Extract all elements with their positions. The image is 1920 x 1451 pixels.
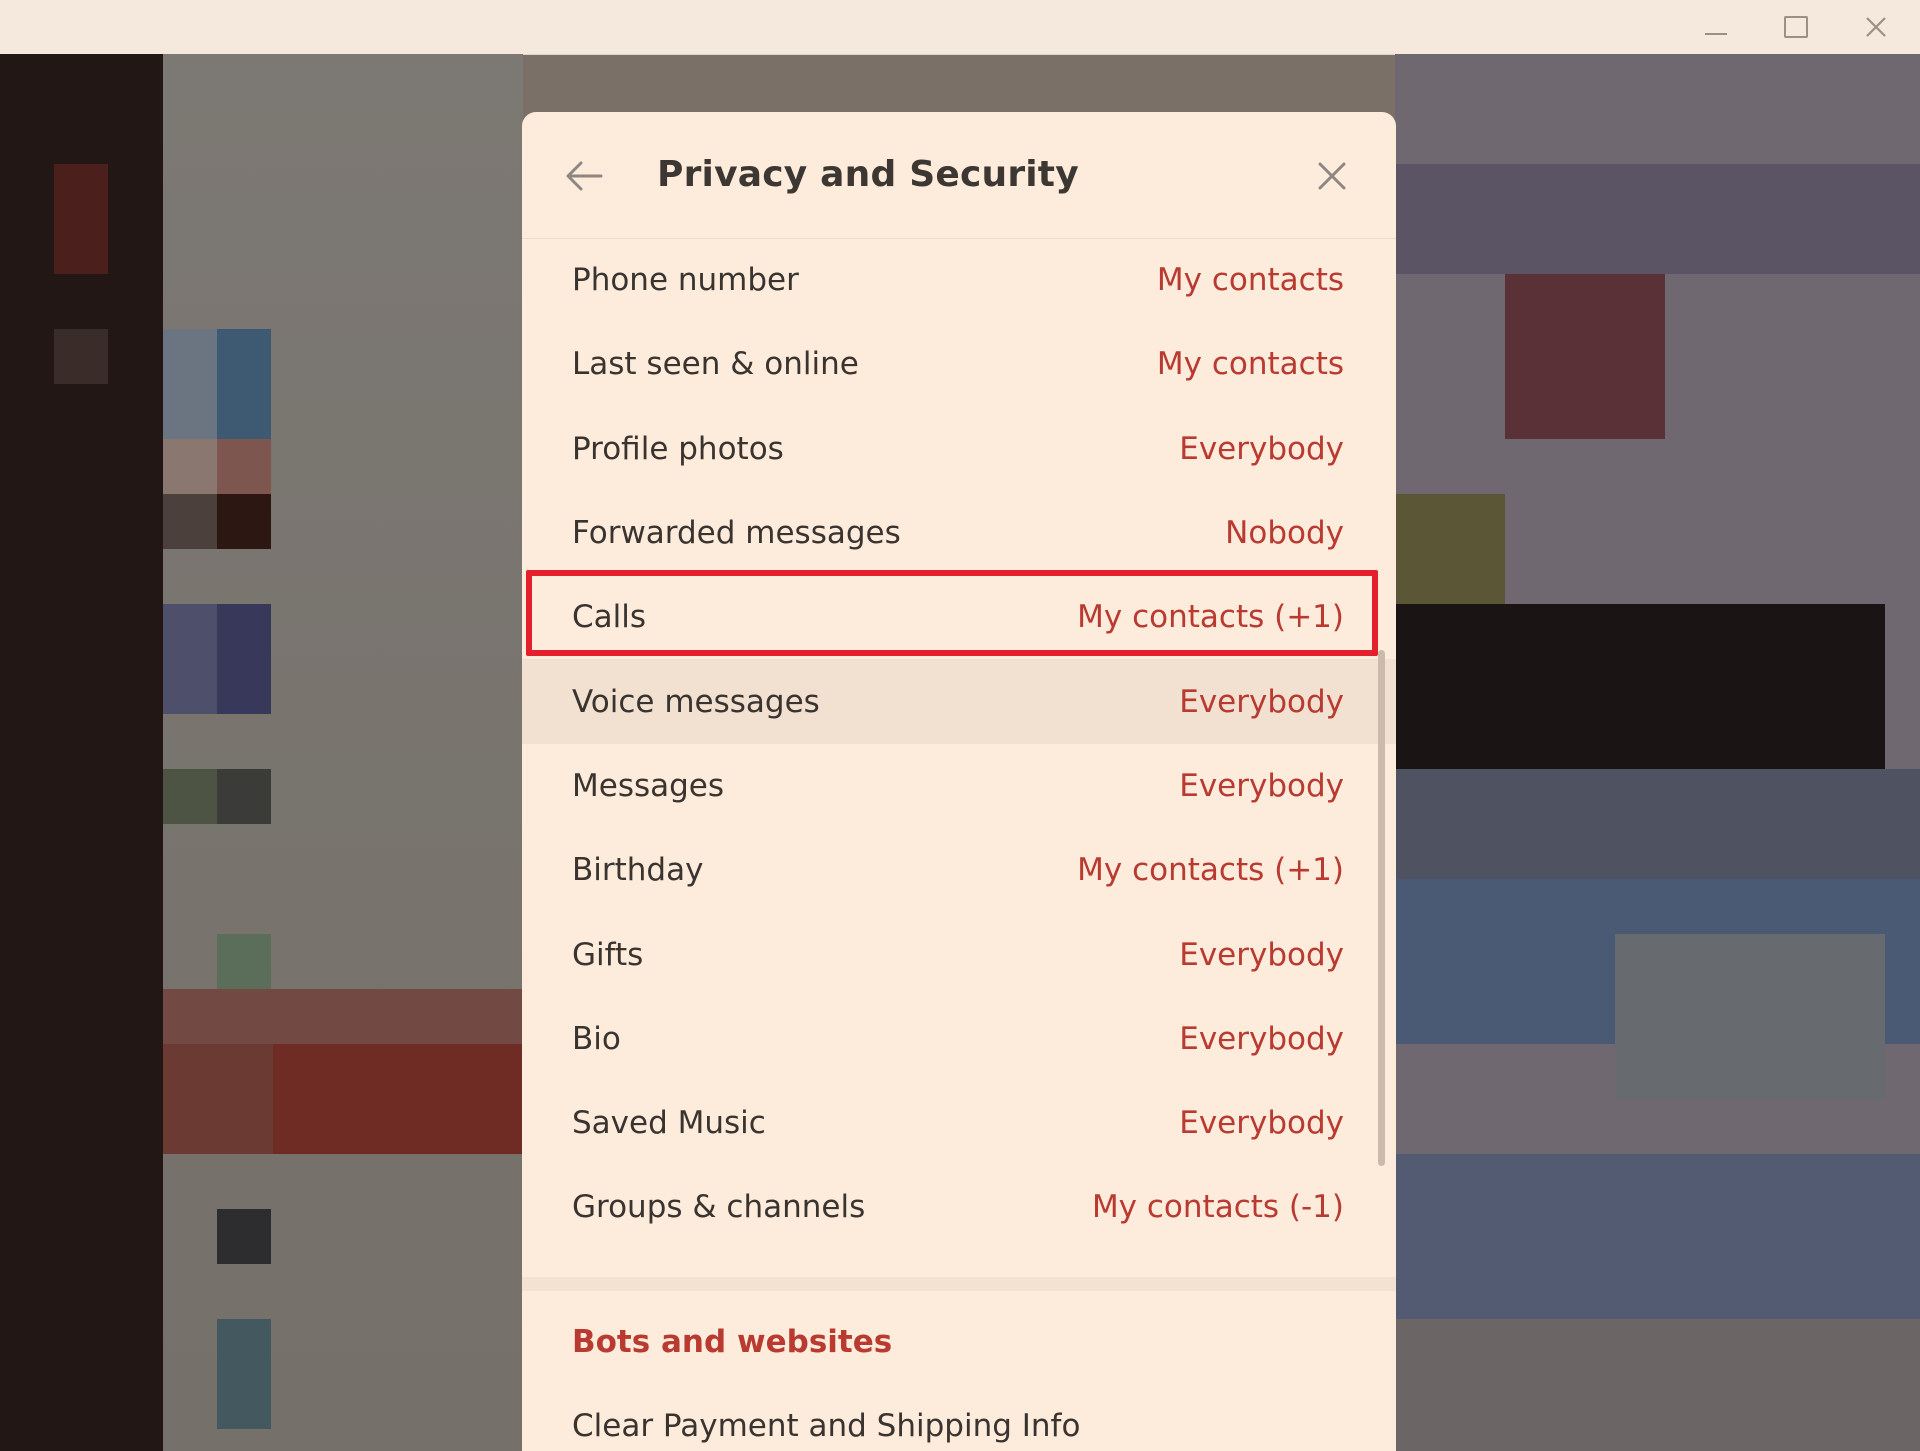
dialog-title: Privacy and Security: [657, 154, 1079, 195]
dialog-header: Privacy and Security: [522, 112, 1396, 239]
setting-value: My contacts (+1): [1077, 852, 1344, 889]
setting-label: Calls: [572, 599, 647, 636]
window-title-bar: [0, 0, 1920, 55]
setting-row-last-seen[interactable]: Last seen & online My contacts: [522, 322, 1396, 406]
minimize-icon: [1705, 33, 1727, 35]
setting-label: Voice messages: [572, 683, 820, 720]
maximize-button[interactable]: [1756, 0, 1836, 54]
setting-label: Messages: [572, 767, 725, 804]
privacy-security-dialog: Privacy and Security Phone number My con…: [522, 112, 1396, 1451]
minimize-button[interactable]: [1676, 0, 1756, 54]
setting-row-saved-music[interactable]: Saved Music Everybody: [522, 1081, 1396, 1165]
setting-value: Everybody: [1179, 430, 1344, 467]
setting-label: Birthday: [572, 852, 704, 889]
back-arrow-icon: [566, 161, 603, 191]
setting-row-bio[interactable]: Bio Everybody: [522, 997, 1396, 1081]
setting-label: Bio: [572, 1020, 621, 1057]
setting-value: My contacts: [1156, 262, 1344, 299]
setting-value: Everybody: [1179, 1105, 1344, 1142]
setting-row-phone-number[interactable]: Phone number My contacts: [522, 238, 1396, 322]
setting-value: Everybody: [1179, 936, 1344, 973]
section-divider: [522, 1277, 1396, 1291]
setting-value: Everybody: [1179, 683, 1344, 720]
clear-payment-info-button[interactable]: Clear Payment and Shipping Info: [572, 1408, 1080, 1444]
setting-value: My contacts: [1156, 346, 1344, 383]
section-title-bots-websites: Bots and websites: [572, 1324, 893, 1360]
setting-value: My contacts (+1): [1077, 599, 1344, 636]
setting-label: Profile photos: [572, 430, 784, 467]
setting-value: Nobody: [1225, 515, 1344, 552]
setting-label: Last seen & online: [572, 346, 859, 383]
setting-row-calls[interactable]: Calls My contacts (+1): [522, 575, 1396, 659]
maximize-icon: [1784, 16, 1808, 38]
privacy-settings-list: Phone number My contacts Last seen & onl…: [522, 238, 1396, 1250]
setting-row-messages[interactable]: Messages Everybody: [522, 744, 1396, 828]
setting-label: Gifts: [572, 936, 644, 973]
dialog-scrollbar[interactable]: [1378, 650, 1385, 1166]
setting-label: Phone number: [572, 262, 799, 299]
setting-row-voice-messages[interactable]: Voice messages Everybody: [522, 659, 1396, 744]
window-close-button[interactable]: [1836, 0, 1916, 54]
setting-row-profile-photos[interactable]: Profile photos Everybody: [522, 407, 1396, 491]
setting-row-birthday[interactable]: Birthday My contacts (+1): [522, 828, 1396, 912]
setting-row-forwarded-messages[interactable]: Forwarded messages Nobody: [522, 491, 1396, 575]
setting-label: Groups & channels: [572, 1189, 866, 1226]
setting-row-gifts[interactable]: Gifts Everybody: [522, 912, 1396, 996]
setting-value: My contacts (-1): [1091, 1189, 1344, 1226]
close-icon: [1318, 162, 1346, 190]
setting-value: Everybody: [1179, 767, 1344, 804]
setting-row-groups-channels[interactable]: Groups & channels My contacts (-1): [522, 1165, 1396, 1249]
back-button[interactable]: [560, 152, 608, 200]
close-icon: [1866, 17, 1886, 37]
dialog-close-button[interactable]: [1308, 152, 1356, 200]
setting-label: Forwarded messages: [572, 515, 901, 552]
setting-label: Saved Music: [572, 1105, 766, 1142]
setting-value: Everybody: [1179, 1020, 1344, 1057]
